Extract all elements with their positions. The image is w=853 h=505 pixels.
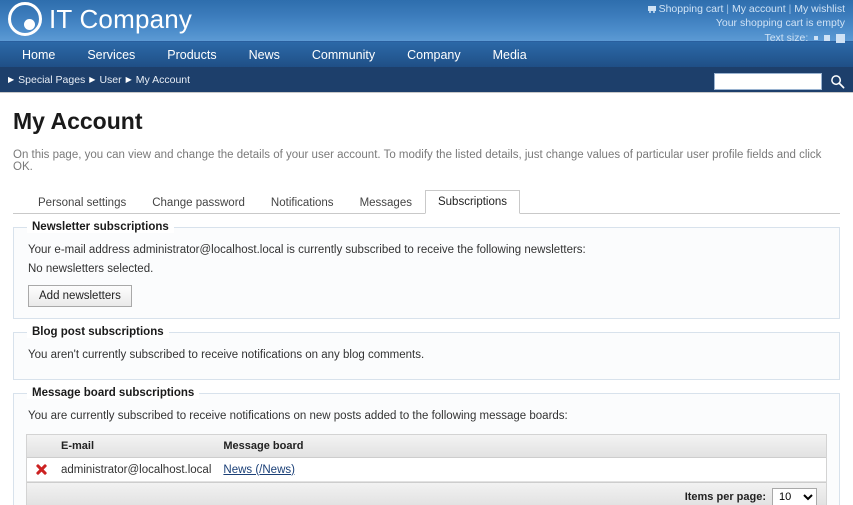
message-board-subscriptions-section: Message board subscriptions You are curr… xyxy=(13,387,840,505)
nav-item-home[interactable]: Home xyxy=(6,44,71,66)
newsletter-empty-line: No newsletters selected. xyxy=(28,263,154,275)
message-board-table-wrap: E-mail Message board administrator@local… xyxy=(26,434,827,505)
breadcrumb-bar: ▶ Special Pages ▶ User ▶ My Account xyxy=(0,67,853,93)
add-newsletters-button[interactable]: Add newsletters xyxy=(28,285,132,307)
circle-logo-icon xyxy=(8,2,42,36)
table-header-row: E-mail Message board xyxy=(27,435,826,458)
text-size-medium-button[interactable] xyxy=(824,35,831,42)
search-input[interactable] xyxy=(714,72,822,90)
nav-item-community[interactable]: Community xyxy=(296,44,391,66)
newsletter-section-legend: Newsletter subscriptions xyxy=(27,221,174,233)
tab-subscriptions[interactable]: Subscriptions xyxy=(424,190,521,214)
blog-post-subscriptions-section: Blog post subscriptions You aren't curre… xyxy=(13,326,840,380)
message-board-table: E-mail Message board administrator@local… xyxy=(27,435,826,482)
page-intro-text: On this page, you can view and change th… xyxy=(13,149,822,173)
board-section-legend: Message board subscriptions xyxy=(27,387,200,399)
search-icon xyxy=(830,74,844,88)
search-area xyxy=(714,71,847,91)
breadcrumb: ▶ Special Pages ▶ User ▶ My Account xyxy=(8,74,190,86)
text-size-small-button[interactable] xyxy=(814,36,819,41)
nav-item-services[interactable]: Services xyxy=(71,44,151,66)
my-wishlist-link[interactable]: My wishlist xyxy=(794,3,845,15)
shopping-cart-link[interactable]: Shopping cart xyxy=(659,3,724,15)
breadcrumb-arrow-1: ▶ xyxy=(8,75,15,84)
search-button[interactable] xyxy=(827,71,847,91)
newsletter-subscriptions-section: Newsletter subscriptions Your e-mail add… xyxy=(13,221,840,319)
tab-change-password[interactable]: Change password xyxy=(139,191,258,214)
nav-item-company[interactable]: Company xyxy=(391,44,477,66)
text-size-large-button[interactable] xyxy=(836,33,845,43)
blog-section-legend: Blog post subscriptions xyxy=(27,326,169,338)
breadcrumb-arrow-2: ▶ xyxy=(89,75,96,84)
link-separator-2: | xyxy=(788,3,792,15)
message-board-link[interactable]: News (/News) xyxy=(223,464,295,476)
brand[interactable]: IT Company xyxy=(8,2,192,36)
tab-notifications[interactable]: Notifications xyxy=(258,191,347,214)
row-delete-cell[interactable] xyxy=(27,457,55,482)
main-navigation: Home Services Products News Community Co… xyxy=(0,42,853,67)
brand-name: IT Company xyxy=(49,3,193,34)
items-per-page-label: Items per page: xyxy=(684,491,766,503)
nav-item-news[interactable]: News xyxy=(233,44,296,66)
column-header-message-board: Message board xyxy=(217,435,826,458)
breadcrumb-arrow-3: ▶ xyxy=(125,75,132,84)
row-board-cell: News (/News) xyxy=(217,457,826,482)
site-header: IT Company Shopping cart | My account | … xyxy=(0,0,853,45)
shopping-cart-icon xyxy=(647,5,657,13)
breadcrumb-item-user[interactable]: User xyxy=(99,74,121,86)
header-utility-links: Shopping cart | My account | My wishlist… xyxy=(647,2,845,45)
page-content: My Account On this page, you can view an… xyxy=(0,93,853,505)
delete-x-icon[interactable] xyxy=(35,463,47,475)
items-per-page-select[interactable]: 102050100 xyxy=(772,488,817,505)
link-separator-1: | xyxy=(726,3,730,15)
text-size-label: Text size: xyxy=(764,32,809,44)
tab-personal-settings[interactable]: Personal settings xyxy=(25,191,139,214)
nav-item-media[interactable]: Media xyxy=(477,44,543,66)
account-tabs: Personal settings Change password Notifi… xyxy=(13,189,840,214)
cart-status-text: Your shopping cart is empty xyxy=(715,17,845,29)
nav-item-products[interactable]: Products xyxy=(151,44,232,66)
table-row: administrator@localhost.local News (/New… xyxy=(27,457,826,482)
text-size-control: Text size: xyxy=(647,31,845,45)
blog-status-line: You aren't currently subscribed to recei… xyxy=(28,349,425,361)
column-header-email: E-mail xyxy=(55,435,218,458)
my-account-link[interactable]: My account xyxy=(732,3,786,15)
page-title: My Account xyxy=(13,108,143,134)
board-status-line: You are currently subscribed to receive … xyxy=(28,410,568,422)
table-footer: Items per page: 102050100 xyxy=(27,482,826,505)
newsletter-status-line: Your e-mail address administrator@localh… xyxy=(28,244,586,256)
breadcrumb-item-my-account: My Account xyxy=(135,73,191,86)
breadcrumb-item-special-pages[interactable]: Special Pages xyxy=(18,74,85,86)
tab-messages[interactable]: Messages xyxy=(347,191,425,214)
row-email: administrator@localhost.local xyxy=(55,457,218,482)
column-header-actions xyxy=(27,435,55,458)
